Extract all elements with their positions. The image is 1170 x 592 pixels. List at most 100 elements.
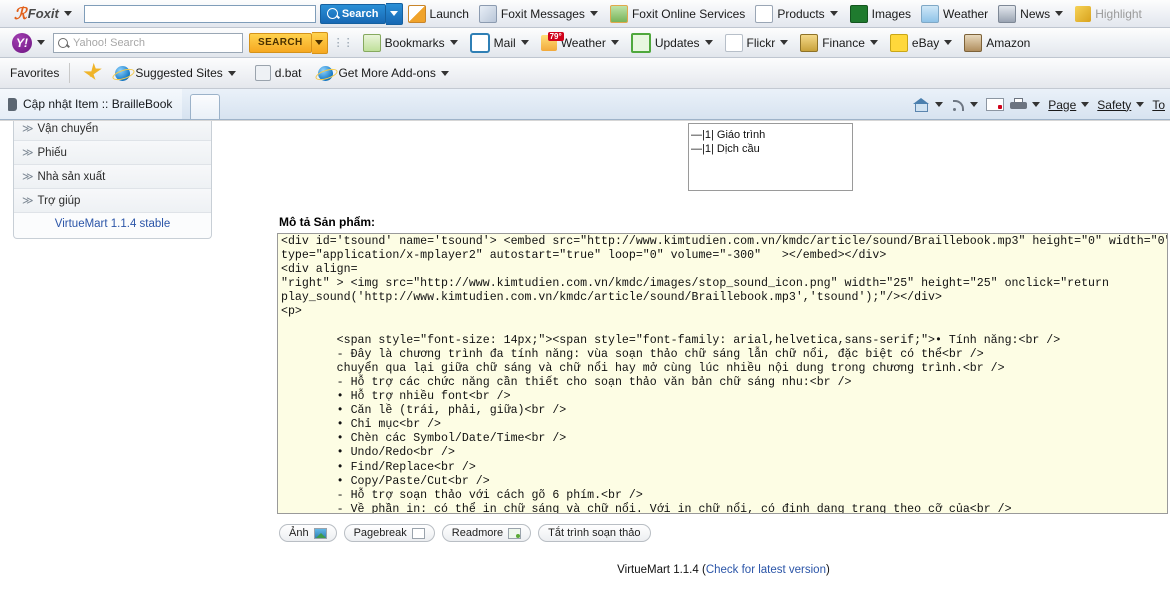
foxit-item-launch[interactable]: Launch: [407, 4, 469, 23]
yahoo-item-label: Flickr: [746, 35, 776, 50]
tools-menu-label: To: [1152, 97, 1165, 112]
insert-image-label: Ảnh: [289, 527, 309, 539]
images-icon: [849, 4, 868, 23]
yahoo-search-input[interactable]: Yahoo! Search: [53, 32, 243, 53]
foxit-brand[interactable]: ℛ Foxit: [14, 4, 74, 24]
foxit-item-weather[interactable]: Weather: [921, 4, 988, 23]
read-mail-button[interactable]: [986, 98, 1005, 111]
editor-button-row: Ảnh Pagebreak Readmore Tắt trình soạn th…: [279, 524, 1170, 542]
browser-tab-active[interactable]: Cập nhật Item :: BrailleBook: [0, 89, 183, 119]
favorites-star-icon[interactable]: [83, 66, 99, 80]
foxit-item-foxit-online-services[interactable]: Foxit Online Services: [609, 4, 745, 23]
yahoo-item-amazon[interactable]: Amazon: [964, 33, 1030, 52]
readmore-button[interactable]: Readmore: [441, 524, 532, 542]
chevron-down-icon[interactable]: [970, 102, 979, 107]
ie-icon: [318, 65, 334, 81]
foxit-search-dropdown[interactable]: [385, 2, 403, 25]
home-icon: [913, 97, 930, 112]
weather-icon: 79°: [540, 31, 564, 51]
chevron-down-icon[interactable]: [869, 40, 878, 45]
foxit-item-news[interactable]: News: [998, 4, 1065, 23]
chevron-right-icon: ≫: [22, 171, 33, 183]
amazon-icon: [964, 33, 983, 52]
yahoo-item-updates[interactable]: Updates: [630, 32, 715, 53]
tree-row[interactable]: —|1| Giáo trình: [691, 128, 852, 142]
sidebar-item-phieu[interactable]: ≫ Phiếu: [14, 141, 211, 165]
yahoo-item-label: Finance: [822, 35, 865, 50]
foxit-item-images[interactable]: Images: [849, 4, 911, 23]
foxit-search-input[interactable]: [83, 4, 316, 23]
yahoo-search-button[interactable]: SEARCH: [249, 32, 312, 53]
check-latest-version-link[interactable]: Check for latest version: [706, 564, 826, 576]
foxit-item-products[interactable]: Products: [755, 4, 839, 23]
category-tree-listbox[interactable]: —|1| Giáo trình —|1| Dịch cầu: [688, 123, 853, 191]
home-button[interactable]: [913, 97, 945, 112]
favorites-item-dbat[interactable]: d.bat: [254, 65, 301, 81]
chevron-down-icon: [389, 11, 398, 16]
yahoo-logo-icon[interactable]: Y!: [12, 32, 32, 53]
pagebreak-button[interactable]: Pagebreak: [343, 524, 435, 542]
page-content: ≫ Vận chuyển ≫ Phiếu ≫ Nhà sản xuất ≫ Tr…: [0, 120, 1170, 589]
chevron-down-icon[interactable]: [780, 40, 789, 45]
chevron-down-icon[interactable]: [704, 40, 713, 45]
chevron-down-icon[interactable]: [935, 102, 944, 107]
foxit-item-label: Highlight: [1095, 6, 1142, 21]
products-icon: [755, 4, 774, 23]
yahoo-item-mail[interactable]: Mail: [469, 32, 531, 53]
sidebar-item-van-chuyen[interactable]: ≫ Vận chuyển: [14, 121, 211, 141]
chevron-down-icon[interactable]: [589, 11, 598, 16]
favorites-item-label: Get More Add-ons: [338, 66, 436, 80]
insert-image-button[interactable]: Ảnh: [279, 524, 337, 542]
rss-feed-icon: [951, 98, 965, 112]
footer-version: VirtueMart 1.1.4 (Check for latest versi…: [277, 564, 1170, 576]
foxit-toolbar: ℛ Foxit Search Launch Foxit Messages Fox…: [0, 0, 1170, 28]
tree-row[interactable]: —|1| Dịch cầu: [691, 142, 852, 156]
chevron-right-icon: ≫: [22, 195, 33, 207]
search-icon: [326, 8, 338, 19]
yahoo-item-flickr[interactable]: Flickr: [724, 33, 791, 52]
toolbar-grip-handle[interactable]: ⋮⋮: [333, 36, 354, 49]
yahoo-item-finance[interactable]: Finance: [800, 33, 880, 52]
sidebar-item-nha-san-xuat[interactable]: ≫ Nhà sản xuất: [14, 165, 211, 189]
safety-menu-button[interactable]: Safety: [1097, 98, 1146, 112]
favorites-item-get-more-add-ons[interactable]: Get More Add-ons: [318, 65, 450, 81]
page-menu-button[interactable]: Page: [1048, 98, 1091, 112]
toggle-editor-button[interactable]: Tắt trình soạn thảo: [538, 524, 651, 542]
chevron-down-icon[interactable]: [63, 11, 72, 16]
chevron-down-icon[interactable]: [829, 11, 838, 16]
mail-icon: [469, 32, 490, 53]
readmore-icon: [508, 527, 522, 539]
chevron-down-icon[interactable]: [449, 40, 458, 45]
ie-icon: [115, 65, 131, 81]
chevron-down-icon[interactable]: [227, 70, 236, 76]
new-tab-button[interactable]: [190, 94, 221, 119]
tab-strip: Cập nhật Item :: BrailleBook Page Safety…: [0, 89, 1170, 120]
foxit-item-foxit-messages[interactable]: Foxit Messages: [478, 4, 600, 23]
tools-menu-button[interactable]: To: [1152, 98, 1165, 112]
chevron-down-icon[interactable]: [1032, 102, 1041, 107]
foxit-item-label: Products: [777, 6, 825, 21]
product-description-textarea[interactable]: <div id='tsound' name='tsound'> <embed s…: [277, 233, 1168, 514]
browser-tab-title: Cập nhật Item :: BrailleBook: [23, 97, 173, 111]
chevron-down-icon[interactable]: [440, 70, 449, 76]
print-button[interactable]: [1010, 98, 1042, 111]
chevron-down-icon[interactable]: [610, 40, 619, 45]
yahoo-search-dropdown[interactable]: [311, 31, 328, 54]
foxit-search-button[interactable]: Search: [319, 3, 386, 24]
chevron-down-icon: [1136, 102, 1145, 107]
sidebar-version-link[interactable]: VirtueMart 1.1.4 stable: [14, 213, 211, 232]
yahoo-item-bookmarks[interactable]: Bookmarks: [362, 33, 460, 52]
chevron-down-icon[interactable]: [37, 40, 45, 45]
highlight-icon: [1075, 5, 1092, 22]
chevron-down-icon[interactable]: [1055, 11, 1064, 16]
foxit-item-highlight[interactable]: Highlight: [1075, 5, 1142, 22]
chevron-down-icon[interactable]: [944, 40, 953, 45]
chevron-down-icon[interactable]: [520, 40, 529, 45]
favorites-button[interactable]: Favorites: [10, 66, 59, 80]
sidebar-item-tro-giup[interactable]: ≫ Trợ giúp: [14, 189, 211, 213]
favorites-item-suggested-sites[interactable]: Suggested Sites: [115, 65, 237, 81]
yahoo-item-weather[interactable]: 79° Weather: [540, 31, 621, 51]
yahoo-item-ebay[interactable]: eBay: [889, 33, 954, 52]
read-mail-icon: [986, 98, 1005, 111]
feeds-button[interactable]: [951, 98, 980, 112]
